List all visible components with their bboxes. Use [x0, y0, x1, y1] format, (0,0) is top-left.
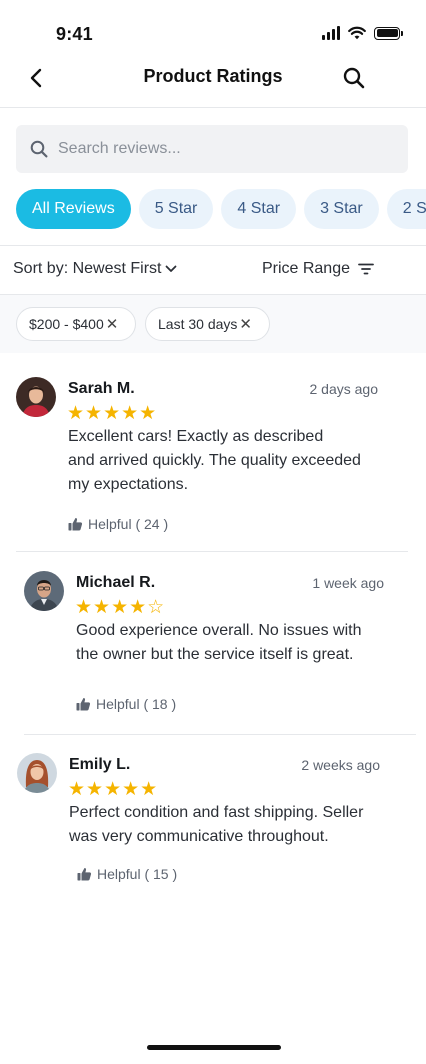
reviewer-name: Michael R. — [76, 574, 156, 591]
avatar — [17, 753, 57, 793]
review-date: 2 weeks ago — [301, 757, 380, 773]
reviewer-name: Emily L. — [69, 756, 131, 773]
filter-tag-label: Last 30 days — [158, 316, 238, 332]
review-date: 1 week ago — [312, 575, 384, 591]
review-text: Good experience overall. No issues with … — [76, 619, 416, 667]
search-input[interactable] — [58, 140, 378, 158]
helpful-label: Helpful ( 15 ) — [97, 866, 178, 882]
divider — [24, 734, 416, 735]
helpful-button[interactable]: Helpful ( 15 ) — [77, 866, 177, 882]
reviewer-name: Sarah M. — [68, 380, 135, 397]
reviewer-photo — [17, 753, 57, 793]
review-text: Excellent cars! Exactly as described and… — [68, 425, 408, 497]
chevron-down-icon — [166, 265, 177, 272]
divider — [16, 551, 408, 552]
search-icon — [343, 67, 365, 89]
review-text-line: Good experience overall. No issues with — [76, 622, 362, 639]
status-icons — [322, 26, 403, 40]
sort-bar: Sort by: Newest First Price Range — [0, 245, 426, 295]
cellular-signal-icon — [322, 26, 340, 40]
price-range-button[interactable]: Price Range — [262, 260, 374, 278]
filter-tag-label: $200 - $400 — [29, 316, 104, 332]
rating-filter-chips: All Reviews 5 Star 4 Star 3 Star 2 Star — [16, 189, 426, 229]
price-range-label: Price Range — [261, 260, 350, 277]
filter-tag-date[interactable]: Last 30 days ✕ — [145, 307, 270, 341]
thumbs-up-icon — [77, 868, 92, 881]
chip-3-star[interactable]: 3 Star — [304, 189, 379, 229]
chip-all-reviews[interactable]: All Reviews — [16, 189, 131, 229]
battery-icon — [374, 26, 403, 40]
thumbs-up-icon — [76, 698, 91, 711]
helpful-label: Helpful ( 24 ) — [88, 516, 169, 532]
sort-label: Sort by: Newest First — [13, 260, 162, 277]
sort-dropdown[interactable]: Sort by: Newest First — [13, 260, 177, 278]
status-time: 9:41 — [56, 24, 93, 44]
review-text-line: Perfect condition and fast shipping. Sel… — [69, 804, 364, 821]
helpful-button[interactable]: Helpful ( 18 ) — [76, 696, 176, 712]
filter-icon — [358, 263, 374, 275]
reviewer-photo — [24, 571, 64, 611]
review-text-line: my expectations. — [68, 476, 189, 493]
nav-bar: Product Ratings — [0, 56, 426, 108]
applied-filters: $200 - $400 ✕ Last 30 days ✕ — [0, 295, 426, 353]
avatar — [24, 571, 64, 611]
review-text: Perfect condition and fast shipping. Sel… — [69, 801, 414, 849]
helpful-button[interactable]: Helpful ( 24 ) — [68, 516, 168, 532]
star-rating: ★★★★☆ — [75, 597, 166, 618]
search-bar — [16, 125, 408, 173]
chip-2-star[interactable]: 2 Star — [386, 189, 426, 229]
search-button[interactable] — [338, 62, 370, 94]
avatar — [16, 377, 56, 417]
chip-4-star[interactable]: 4 Star — [221, 189, 297, 229]
thumbs-up-icon — [68, 518, 83, 531]
helpful-label: Helpful ( 18 ) — [96, 696, 177, 712]
reviewer-photo — [16, 377, 56, 417]
close-icon[interactable]: ✕ — [106, 315, 119, 333]
star-rating: ★★★★★ — [67, 403, 158, 424]
filter-tag-price[interactable]: $200 - $400 ✕ — [16, 307, 136, 341]
review-text-line: the owner but the service itself is grea… — [76, 646, 354, 663]
review-text-line: Excellent cars! Exactly as described — [68, 428, 324, 445]
star-rating: ★★★★★ — [68, 779, 159, 800]
search-icon — [30, 140, 48, 158]
review-date: 2 days ago — [309, 381, 379, 397]
chip-5-star[interactable]: 5 Star — [138, 189, 214, 229]
close-icon[interactable]: ✕ — [239, 315, 252, 333]
status-bar: 9:41 — [0, 0, 426, 56]
wifi-icon — [348, 26, 366, 40]
review-text-line: was very communicative throughout. — [69, 828, 329, 845]
review-text-line: and arrived quickly. The quality exceede… — [68, 452, 361, 469]
home-indicator[interactable] — [147, 1045, 281, 1050]
